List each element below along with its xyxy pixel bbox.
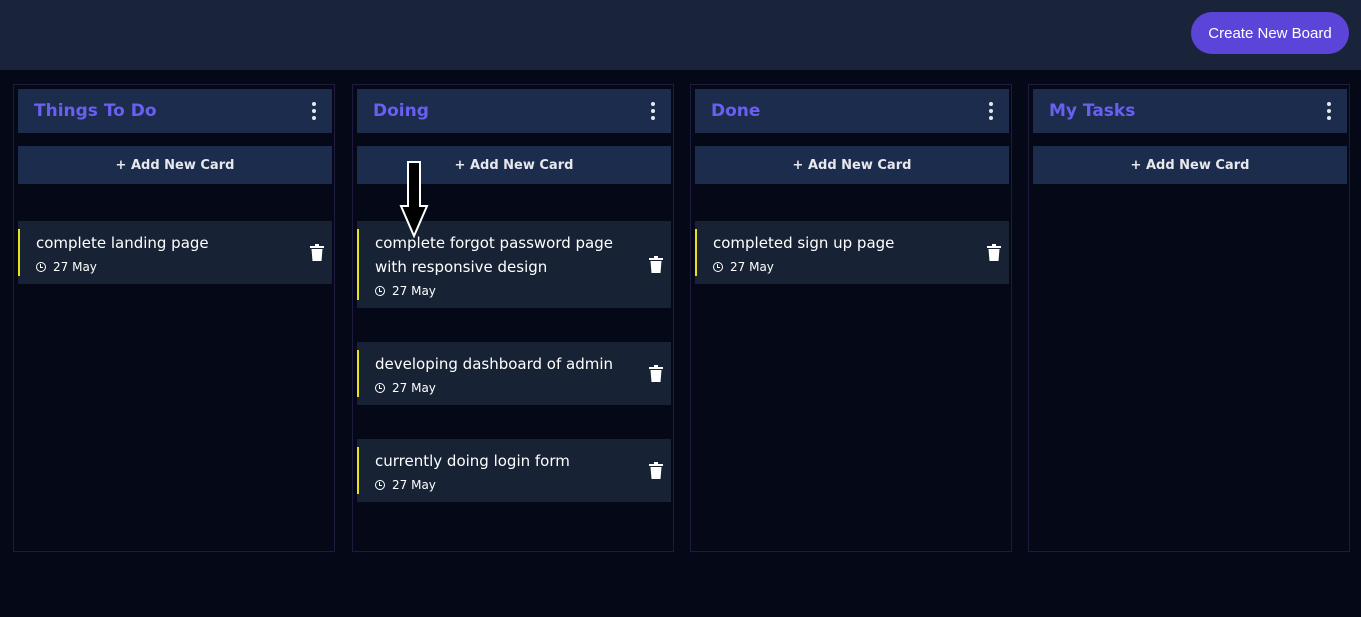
clock-icon [36, 262, 46, 272]
trash-icon[interactable] [649, 462, 663, 479]
board-title: My Tasks [1049, 101, 1136, 121]
card-title: developing dashboard of admin [375, 355, 614, 373]
card-date: 27 May [375, 284, 436, 298]
card-title: complete landing page [36, 234, 209, 252]
add-new-card-button[interactable]: + Add New Card [18, 146, 332, 184]
card-date: 27 May [375, 478, 436, 492]
clock-icon [375, 480, 385, 490]
card-title: currently doing login form [375, 452, 570, 470]
board-title: Things To Do [34, 101, 157, 121]
board-header: Things To Do [18, 89, 332, 133]
board-doing: Doing + Add New Card complete forgot pas… [352, 84, 674, 552]
create-new-board-button[interactable]: Create New Board [1191, 12, 1349, 54]
board-header: Doing [357, 89, 671, 133]
add-new-card-button[interactable]: + Add New Card [695, 146, 1009, 184]
board-my-tasks: My Tasks + Add New Card [1028, 84, 1350, 552]
top-bar: Create New Board [0, 0, 1361, 70]
card-date: 27 May [36, 260, 97, 274]
clock-icon [375, 383, 385, 393]
card-date-text: 27 May [392, 478, 436, 492]
card-title: completed sign up page [713, 234, 895, 252]
kebab-menu-icon[interactable] [987, 102, 995, 120]
card-date-text: 27 May [730, 260, 774, 274]
card-date-text: 27 May [53, 260, 97, 274]
card-date: 27 May [713, 260, 774, 274]
down-arrow-icon [399, 161, 429, 238]
add-new-card-button[interactable]: + Add New Card [1033, 146, 1347, 184]
trash-icon[interactable] [987, 244, 1001, 261]
card-title: complete forgot password page with respo… [375, 234, 613, 276]
clock-icon [375, 286, 385, 296]
trash-icon[interactable] [310, 244, 324, 261]
card-date-text: 27 May [392, 284, 436, 298]
task-card[interactable]: developing dashboard of admin 27 May [357, 342, 671, 405]
task-card[interactable]: completed sign up page 27 May [695, 221, 1009, 284]
kebab-menu-icon[interactable] [310, 102, 318, 120]
card-date-text: 27 May [392, 381, 436, 395]
board-header: My Tasks [1033, 89, 1347, 133]
kebab-menu-icon[interactable] [649, 102, 657, 120]
board-done: Done + Add New Card completed sign up pa… [690, 84, 1012, 552]
kebab-menu-icon[interactable] [1325, 102, 1333, 120]
board-title: Doing [373, 101, 429, 121]
trash-icon[interactable] [649, 256, 663, 273]
board-title: Done [711, 101, 761, 121]
card-date: 27 May [375, 381, 436, 395]
task-card[interactable]: complete landing page 27 May [18, 221, 332, 284]
board-header: Done [695, 89, 1009, 133]
trash-icon[interactable] [649, 365, 663, 382]
clock-icon [713, 262, 723, 272]
board-things-to-do: Things To Do + Add New Card complete lan… [13, 84, 335, 552]
task-card[interactable]: currently doing login form 27 May [357, 439, 671, 502]
